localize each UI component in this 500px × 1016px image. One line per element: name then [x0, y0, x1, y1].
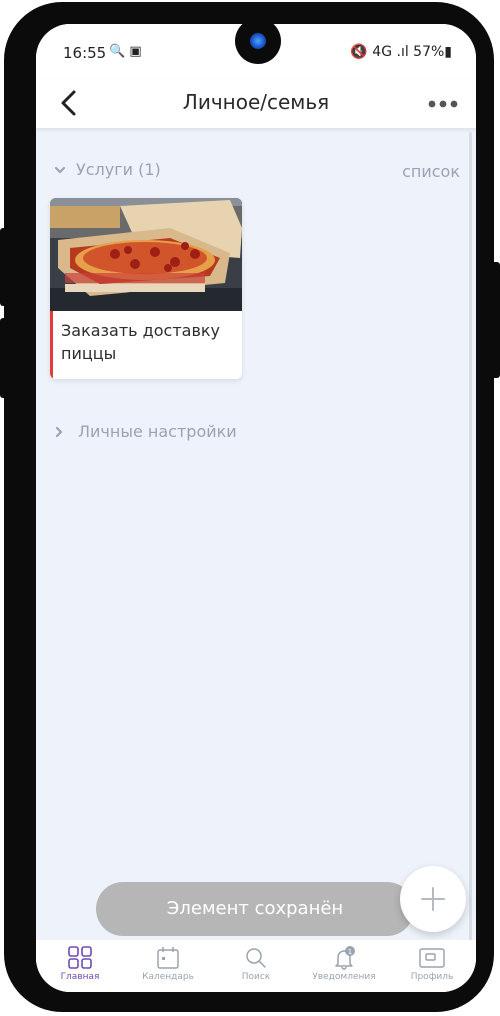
chevron-right-icon	[55, 426, 63, 437]
tab-search[interactable]: Поиск	[212, 940, 300, 992]
screen: 16:55 🔍 ▣ 🔇 4G .ıl 57%▮ Личное/семья Усл…	[36, 24, 476, 992]
services-section-title: Услуги (1)	[76, 160, 161, 179]
saved-toast: Элемент сохранён	[96, 882, 414, 936]
personal-settings-title: Личные настройки	[78, 422, 237, 441]
grid-icon	[68, 946, 92, 969]
card-title: Заказать доставку пиццы	[61, 321, 221, 363]
plus-icon	[421, 887, 445, 911]
camera-lens	[250, 33, 266, 49]
notification-badge-count: 1	[348, 948, 352, 956]
personal-settings-toggle[interactable]: Личные настройки	[54, 422, 237, 441]
status-bar: 16:55 🔍 ▣ 🔇 4G .ıl 57%▮	[36, 24, 476, 80]
tab-profile-label: Профиль	[410, 972, 454, 982]
power-button	[490, 262, 500, 378]
page-title: Личное/семья	[182, 90, 330, 114]
search-icon	[246, 948, 266, 968]
bottom-tab-bar: Главная Календарь Поиск 1 Уведомления Пр…	[36, 940, 476, 992]
status-left-icons: 🔍 ▣	[109, 44, 142, 59]
status-right-indicators: 🔇 4G .ıl 57%▮	[350, 44, 452, 60]
calendar-icon	[157, 947, 179, 969]
status-time: 16:55	[63, 44, 107, 62]
bell-icon: 1	[335, 946, 355, 970]
tab-home-label: Главная	[60, 972, 100, 982]
tab-notifications[interactable]: 1 Уведомления	[300, 940, 388, 992]
volume-up-button	[0, 228, 10, 306]
tab-profile[interactable]: Профиль	[388, 940, 476, 992]
phone-frame: 16:55 🔍 ▣ 🔇 4G .ıl 57%▮ Личное/семья Усл…	[4, 2, 494, 1012]
service-card[interactable]: Заказать доставку пиццы	[50, 198, 242, 379]
tab-calendar-label: Календарь	[142, 972, 194, 982]
tab-calendar[interactable]: Календарь	[124, 940, 212, 992]
scrollbar[interactable]	[469, 132, 472, 942]
front-camera	[235, 24, 281, 64]
add-fab-button[interactable]	[400, 866, 466, 932]
app-header: Личное/семья	[36, 80, 476, 128]
chevron-down-icon	[54, 166, 66, 173]
more-options-icon[interactable]	[426, 92, 460, 116]
list-view-link[interactable]: список	[402, 162, 460, 181]
tab-notifications-label: Уведомления	[312, 972, 376, 982]
pizza-photo	[50, 198, 242, 311]
profile-card-icon	[419, 948, 445, 968]
tab-search-label: Поиск	[241, 972, 271, 982]
services-section-toggle[interactable]: Услуги (1)	[54, 160, 161, 179]
volume-down-button	[0, 318, 10, 398]
card-accent-bar	[50, 311, 53, 379]
tab-home[interactable]: Главная	[36, 940, 124, 992]
